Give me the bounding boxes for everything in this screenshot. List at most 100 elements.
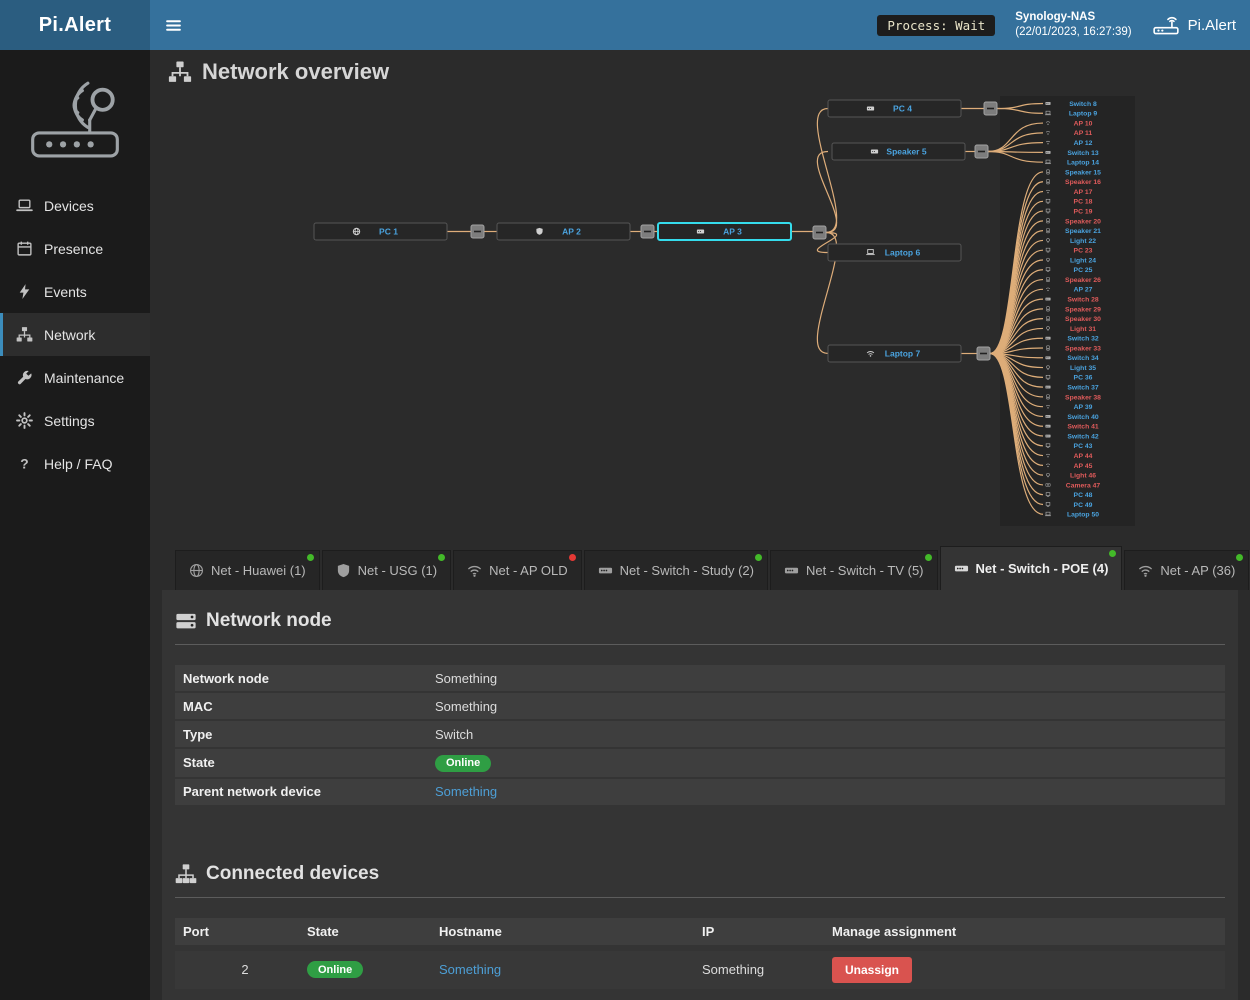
diagram-edges: [447, 104, 1043, 515]
svg-text:Switch 34: Switch 34: [1067, 355, 1099, 362]
sidebar-item-settings[interactable]: Settings: [0, 399, 150, 442]
diagram-node-ap-3[interactable]: AP 3: [658, 223, 791, 240]
network-node-title: Network node: [206, 610, 332, 632]
tab-label: Net - AP (36): [1160, 563, 1235, 578]
tab-net-ap-36[interactable]: Net - AP (36): [1124, 550, 1249, 590]
sidebar-item-label: Maintenance: [44, 370, 124, 386]
info-label: State: [183, 755, 435, 770]
collapse-button[interactable]: [975, 145, 988, 158]
tab-net-switch-study-2[interactable]: Net - Switch - Study (2): [584, 550, 768, 590]
svg-text:Light 31: Light 31: [1070, 326, 1096, 333]
diagram-node-pc-1[interactable]: PC 1: [314, 223, 447, 240]
svg-text:Camera 47: Camera 47: [1066, 482, 1101, 489]
info-row-parent-network-device: Parent network deviceSomething: [175, 779, 1225, 805]
tab-net-ap-old[interactable]: Net - AP OLD: [453, 550, 582, 590]
divider: [175, 644, 1225, 645]
tab-net-usg-1[interactable]: Net - USG (1): [322, 550, 451, 590]
info-label: Type: [183, 727, 435, 742]
connected-device-row: 2OnlineSomethingSomethingUnassign: [175, 951, 1225, 989]
diagram-node-laptop-7[interactable]: Laptop 7: [828, 345, 961, 362]
svg-text:Speaker 21: Speaker 21: [1065, 228, 1101, 235]
network-overview-icon: [168, 60, 192, 84]
column-header-state: State: [307, 924, 439, 939]
parent-device-link[interactable]: Something: [435, 784, 497, 799]
column-header-manage-assignment: Manage assignment: [832, 924, 1217, 939]
svg-text:Switch 13: Switch 13: [1067, 150, 1099, 157]
menu-toggle-button[interactable]: [150, 0, 196, 50]
diagram-node-speaker-5[interactable]: Speaker 5: [832, 143, 965, 160]
collapse-button[interactable]: [984, 102, 997, 115]
svg-text:AP 17: AP 17: [1074, 189, 1093, 196]
column-header-port: Port: [183, 924, 307, 939]
diagram-node-pc-4[interactable]: PC 4: [828, 100, 961, 117]
svg-text:Switch 8: Switch 8: [1069, 101, 1097, 108]
svg-text:PC 19: PC 19: [1074, 208, 1093, 215]
svg-text:AP 44: AP 44: [1074, 453, 1093, 460]
app-logo[interactable]: Pi.Alert: [0, 0, 150, 50]
network-node-heading: Network node: [175, 610, 1225, 632]
app-name: Pi.Alert: [1188, 17, 1236, 34]
tab-net-switch-poe-4[interactable]: Net - Switch - POE (4): [940, 546, 1123, 590]
diagram-node-laptop-6[interactable]: Laptop 6: [828, 244, 961, 261]
info-row-network-node: Network nodeSomething: [175, 665, 1225, 691]
process-status-badge: Process: Wait: [877, 15, 995, 36]
unassign-button[interactable]: Unassign: [832, 957, 912, 983]
sidebar-item-network[interactable]: Network: [0, 313, 150, 356]
host-name: Synology-NAS: [1015, 10, 1131, 25]
sidebar-item-presence[interactable]: Presence: [0, 227, 150, 270]
svg-text:Speaker 15: Speaker 15: [1065, 169, 1101, 176]
svg-text:Laptop 7: Laptop 7: [885, 349, 921, 359]
topbar-right: Process: Wait Synology-NAS (22/01/2023, …: [877, 0, 1250, 50]
sidebar-item-label: Help / FAQ: [44, 456, 112, 472]
svg-text:Switch 32: Switch 32: [1067, 336, 1099, 343]
connected-devices-heading: Connected devices: [175, 863, 1225, 885]
svg-text:AP 11: AP 11: [1074, 130, 1093, 137]
svg-text:Light 46: Light 46: [1070, 473, 1096, 480]
svg-text:Speaker 20: Speaker 20: [1065, 218, 1101, 225]
svg-text:PC 18: PC 18: [1074, 199, 1093, 206]
divider: [175, 897, 1225, 898]
tab-label: Net - AP OLD: [489, 563, 568, 578]
hostname-link[interactable]: Something: [439, 962, 501, 977]
collapse-button[interactable]: [813, 226, 826, 239]
topbar: Pi.Alert Process: Wait Synology-NAS (22/…: [0, 0, 1250, 50]
svg-text:Light 22: Light 22: [1070, 238, 1096, 245]
tab-net-huawei-1[interactable]: Net - Huawei (1): [175, 550, 320, 590]
tab-label: Net - Switch - TV (5): [806, 563, 924, 578]
sidebar-item-events[interactable]: Events: [0, 270, 150, 313]
collapse-button[interactable]: [471, 225, 484, 238]
pialert-logo-art: [0, 50, 150, 184]
collapse-button[interactable]: [977, 347, 990, 360]
sidebar-item-label: Settings: [44, 413, 95, 429]
sidebar: Devices Presence Events Network Maintenance S…: [0, 50, 150, 1000]
sidebar-item-devices[interactable]: Devices: [0, 184, 150, 227]
collapse-button[interactable]: [641, 225, 654, 238]
tab-label: Net - USG (1): [358, 563, 437, 578]
hamburger-icon: [165, 17, 182, 34]
diagram-node-ap-2[interactable]: AP 2: [497, 223, 630, 240]
info-label: MAC: [183, 699, 435, 714]
tab-label: Net - Switch - POE (4): [976, 561, 1109, 576]
svg-text:Laptop 9: Laptop 9: [1069, 111, 1098, 118]
wifi-icon: [1138, 563, 1153, 578]
info-value: Something: [435, 699, 497, 714]
sidebar-item-help-faq[interactable]: ?Help / FAQ: [0, 442, 150, 485]
wifi-icon: [467, 563, 482, 578]
sidebar-item-maintenance[interactable]: Maintenance: [0, 356, 150, 399]
sitemap-icon: [175, 863, 197, 885]
sidebar-item-label: Devices: [44, 198, 94, 214]
gear-icon: [16, 412, 33, 429]
svg-text:PC 1: PC 1: [379, 227, 398, 237]
svg-text:AP 3: AP 3: [723, 227, 742, 237]
network-tabs: Net - Huawei (1) Net - USG (1) Net - AP OL…: [150, 546, 1250, 590]
svg-text:Speaker 29: Speaker 29: [1065, 306, 1101, 313]
column-header-hostname: Hostname: [439, 924, 702, 939]
column-header-ip: IP: [702, 924, 832, 939]
svg-text:PC 48: PC 48: [1074, 492, 1093, 499]
tab-net-switch-tv-5[interactable]: Net - Switch - TV (5): [770, 550, 938, 590]
main-content: Network overview Switch 8Laptop 9AP 10AP…: [150, 50, 1250, 1000]
svg-text:Speaker 38: Speaker 38: [1065, 394, 1101, 401]
sidebar-item-label: Events: [44, 284, 87, 300]
tab-label: Net - Switch - Study (2): [620, 563, 754, 578]
status-dot: [1109, 550, 1116, 557]
